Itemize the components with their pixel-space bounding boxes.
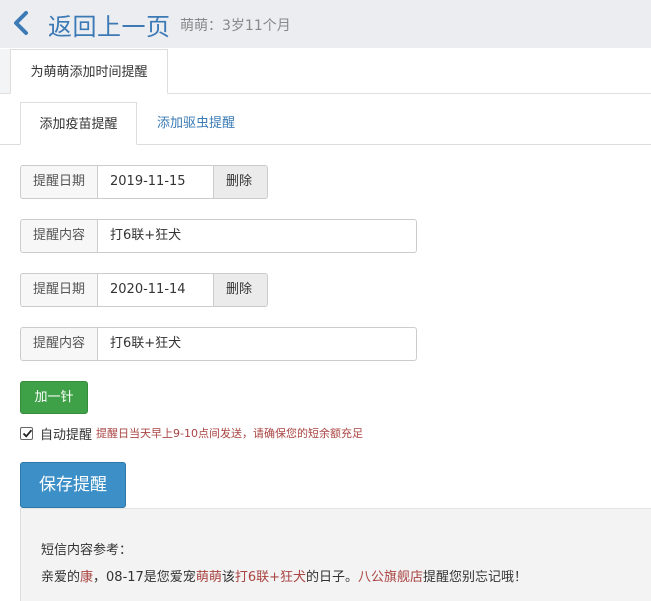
auto-remind-note: 提醒日当天早上9-10点间发送，请确保您的短余额充足 xyxy=(96,427,363,440)
reminder-content-group: 提醒内容 打6联+狂犬 xyxy=(20,219,418,253)
sub-tabbar: 添加疫苗提醒 添加驱虫提醒 xyxy=(0,102,651,145)
content-label: 提醒内容 xyxy=(20,327,99,361)
date-input[interactable]: 2020-11-14 xyxy=(98,273,215,307)
reminder-date-group: 提醒日期 2020-11-14 删除 xyxy=(20,273,269,307)
content-input[interactable]: 打6联+狂犬 xyxy=(98,327,418,361)
baby-info: 萌萌：3岁11个月 xyxy=(180,18,291,34)
back-link[interactable]: 返回上一页 xyxy=(48,7,171,42)
sms-text-part: 亲爱的 xyxy=(41,570,81,585)
reminder-date-group: 提醒日期 2019-11-15 删除 xyxy=(20,165,269,199)
auto-remind-label: 自动提醒 xyxy=(40,427,93,443)
delete-button[interactable]: 删除 xyxy=(214,273,269,307)
date-input[interactable]: 2019-11-15 xyxy=(98,165,215,199)
sms-text-part: 的日子。 xyxy=(306,570,359,585)
page-tabbar: 为萌萌添加时间提醒 xyxy=(0,49,651,94)
sms-owner-name: 康 xyxy=(80,570,94,585)
auto-remind-checkbox[interactable] xyxy=(20,426,33,440)
date-label: 提醒日期 xyxy=(20,273,99,307)
sms-vaccine-content: 打6联+狂犬 xyxy=(234,570,307,585)
reminder-content-group: 提醒内容 打6联+狂犬 xyxy=(20,327,418,361)
date-label: 提醒日期 xyxy=(20,165,99,199)
sms-preview-title: 短信内容参考： xyxy=(41,543,133,558)
header-bar: 返回上一页 萌萌：3岁11个月 xyxy=(0,0,651,48)
sms-text-part: ，08-17是您爱宠 xyxy=(93,570,196,585)
sms-preview-text: 亲爱的康，08-17是您爱宠萌萌该打6联+狂犬的日子。八公旗舰店提醒您别忘记哦！ xyxy=(41,566,527,585)
tab-deworming-reminder[interactable]: 添加驱虫提醒 xyxy=(137,102,255,145)
sms-pet-name: 萌萌 xyxy=(195,570,222,585)
save-reminder-button[interactable]: 保存提醒 xyxy=(20,462,126,508)
add-dose-button[interactable]: 加一针 xyxy=(20,381,88,414)
sms-preview-box: 短信内容参考： 亲爱的康，08-17是您爱宠萌萌该打6联+狂犬的日子。八公旗舰店… xyxy=(20,508,651,601)
tab-add-reminder[interactable]: 为萌萌添加时间提醒 xyxy=(10,49,168,94)
tab-vaccine-reminder[interactable]: 添加疫苗提醒 xyxy=(20,102,137,145)
delete-button[interactable]: 删除 xyxy=(214,165,269,199)
sms-text-part: 提醒您别忘记哦！ xyxy=(423,570,528,585)
content-label: 提醒内容 xyxy=(20,219,99,253)
auto-remind-row: 自动提醒 提醒日当天早上9-10点间发送，请确保您的短余额充足 xyxy=(20,424,363,443)
content-input[interactable]: 打6联+狂犬 xyxy=(98,219,418,253)
sms-store-name: 八公旗舰店 xyxy=(358,570,424,585)
chevron-left-icon[interactable] xyxy=(10,10,32,36)
sms-text-part: 该 xyxy=(221,570,235,585)
